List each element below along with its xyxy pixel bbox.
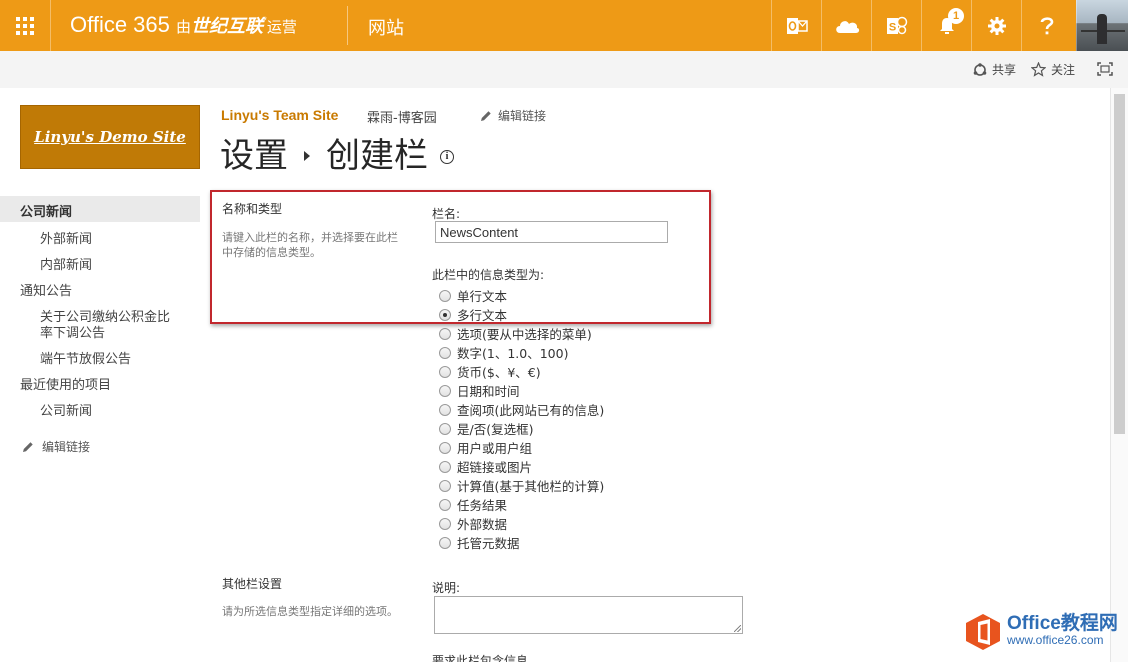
section-desc-line1: 请键入此栏的名称，并选择要在此栏 — [222, 231, 398, 244]
watermark: Office教程网 www.office26.com — [963, 612, 1118, 652]
sharepoint-button[interactable]: S — [871, 0, 921, 51]
help-button[interactable] — [1021, 0, 1071, 51]
type-option-calculated[interactable]: 计算值(基于其他栏的计算) — [439, 476, 604, 495]
blog-link[interactable]: 霖雨-博客园 — [367, 107, 437, 126]
watermark-url: www.office26.com — [1007, 633, 1104, 647]
app-launcher-button[interactable] — [0, 0, 51, 51]
command-bar: 共享 关注 — [0, 51, 1128, 88]
nav-item-company-news[interactable]: 公司新闻 — [0, 196, 200, 222]
svg-text:S: S — [888, 21, 895, 33]
follow-button[interactable]: 关注 — [1031, 61, 1075, 78]
site-logo[interactable]: Linyu's Demo Site — [20, 105, 200, 169]
radio-button[interactable] — [439, 517, 451, 530]
type-option-external-data[interactable]: 外部数据 — [439, 514, 507, 533]
question-mark-icon — [1040, 16, 1053, 34]
breadcrumb-settings[interactable]: 设置 — [220, 128, 288, 177]
outlook-icon — [786, 17, 808, 34]
site-home-link[interactable]: Linyu's Team Site — [221, 107, 338, 123]
type-option-managed-metadata[interactable]: 托管元数据 — [439, 533, 520, 552]
nav-item-recent[interactable]: 最近使用的项目 — [20, 374, 111, 393]
nav-item-fund-notice-line2[interactable]: 率下调公告 — [40, 322, 105, 341]
type-option-person[interactable]: 用户或用户组 — [439, 438, 532, 457]
pencil-icon — [481, 110, 491, 121]
office-logo-icon — [963, 612, 1003, 652]
radio-button[interactable] — [439, 536, 451, 549]
radio-button[interactable] — [439, 479, 451, 492]
radio-button[interactable] — [439, 403, 451, 416]
radio-button[interactable] — [439, 327, 451, 340]
breadcrumb-current: 创建栏 — [326, 136, 428, 176]
breadcrumb-arrow-icon — [304, 150, 310, 161]
nav-item-internal-news[interactable]: 内部新闻 — [40, 254, 92, 273]
info-icon[interactable]: i — [440, 149, 454, 164]
column-name-label: 栏名: — [432, 207, 461, 221]
app-name[interactable]: 网站 — [368, 14, 404, 40]
edit-left-links-button[interactable]: 编辑链接 — [22, 438, 90, 455]
section-title-other-settings: 其他栏设置 — [222, 577, 283, 591]
type-option-currency[interactable]: 货币($、¥、€) — [439, 362, 541, 381]
brand-divider — [347, 6, 348, 45]
cloud-icon — [835, 20, 859, 33]
edit-top-links-button[interactable]: 编辑链接 — [480, 107, 546, 124]
radio-button-checked[interactable] — [439, 308, 451, 321]
resize-grip-icon[interactable] — [734, 625, 741, 632]
require-info-label: 要求此栏包含信息 — [432, 654, 529, 662]
description-textarea[interactable] — [434, 596, 743, 634]
nav-item-recent-company-news[interactable]: 公司新闻 — [40, 400, 92, 419]
avatar[interactable] — [1076, 0, 1128, 51]
pencil-icon — [23, 441, 33, 452]
section-title-name-type: 名称和类型 — [222, 202, 283, 216]
share-icon — [973, 62, 987, 76]
fullscreen-icon — [1097, 62, 1113, 76]
type-option-task-outcome[interactable]: 任务结果 — [439, 495, 507, 514]
type-option-datetime[interactable]: 日期和时间 — [439, 381, 520, 400]
description-label: 说明: — [432, 581, 461, 595]
radio-button[interactable] — [439, 346, 451, 359]
column-name-input[interactable] — [435, 221, 668, 243]
outlook-button[interactable] — [771, 0, 821, 51]
type-option-multi-line[interactable]: 多行文本 — [439, 305, 507, 324]
radio-button[interactable] — [439, 460, 451, 473]
radio-button[interactable] — [439, 289, 451, 302]
radio-button[interactable] — [439, 365, 451, 378]
sharepoint-icon: S — [886, 16, 907, 34]
nav-item-announcements[interactable]: 通知公告 — [20, 280, 72, 299]
radio-button[interactable] — [439, 422, 451, 435]
watermark-title: Office教程网 — [1007, 613, 1118, 634]
brand-logo[interactable]: Office 365 由世纪互联*运营 — [70, 12, 297, 38]
star-icon — [1031, 62, 1046, 77]
section-desc-other-settings: 请为所选信息类型指定详细的选项。 — [222, 605, 398, 618]
radio-button[interactable] — [439, 441, 451, 454]
notifications-button[interactable]: 1 — [921, 0, 971, 51]
type-option-number[interactable]: 数字(1、1.0、100) — [439, 343, 568, 362]
page-scrollbar[interactable] — [1110, 88, 1128, 662]
notification-badge: 1 — [948, 8, 964, 24]
gear-icon — [987, 16, 1006, 35]
type-option-hyperlink[interactable]: 超链接或图片 — [439, 457, 532, 476]
focus-mode-button[interactable] — [1097, 62, 1118, 76]
settings-button[interactable] — [971, 0, 1021, 51]
type-option-choice[interactable]: 选项(要从中选择的菜单) — [439, 324, 592, 343]
suite-bar: Office 365 由世纪互联*运营 网站 S 1 — [0, 0, 1128, 51]
type-option-single-line[interactable]: 单行文本 — [439, 286, 507, 305]
nav-item-holiday-notice[interactable]: 端午节放假公告 — [40, 348, 131, 367]
section-desc-line2: 中存储的信息类型。 — [222, 246, 321, 259]
radio-button[interactable] — [439, 384, 451, 397]
onedrive-button[interactable] — [821, 0, 871, 51]
page-title: 设置 创建栏 i — [220, 128, 454, 177]
info-type-label: 此栏中的信息类型为: — [432, 268, 545, 282]
type-option-lookup[interactable]: 查阅项(此网站已有的信息) — [439, 400, 604, 419]
share-button[interactable]: 共享 — [973, 61, 1016, 78]
scrollbar-thumb[interactable] — [1114, 94, 1125, 434]
radio-button[interactable] — [439, 498, 451, 511]
type-option-yes-no[interactable]: 是/否(复选框) — [439, 419, 533, 438]
nav-item-external-news[interactable]: 外部新闻 — [40, 228, 92, 247]
waffle-icon — [16, 16, 34, 35]
